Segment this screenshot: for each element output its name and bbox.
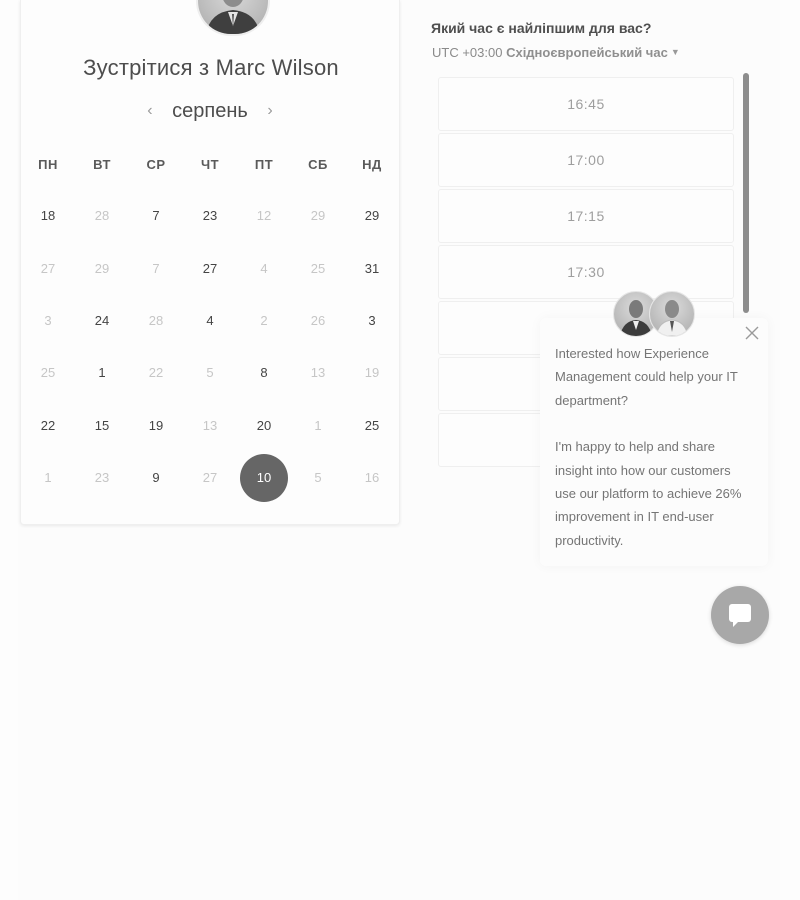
- calendar-day: 28: [148, 313, 164, 328]
- chat-bubble-icon: [729, 604, 751, 627]
- calendar-day: 25: [40, 365, 56, 380]
- close-icon[interactable]: [743, 324, 761, 342]
- chat-agent-avatar: [649, 291, 695, 337]
- calendar-day[interactable]: 29: [348, 192, 396, 240]
- weekday-label: СР: [146, 157, 166, 172]
- calendar-day: 12: [256, 208, 272, 223]
- calendar-day: 19: [364, 365, 380, 380]
- calendar-day[interactable]: 9: [132, 454, 180, 502]
- calendar-day[interactable]: 31: [348, 245, 396, 293]
- month-navigation: ‹ серпень ›: [0, 100, 420, 123]
- calendar-day[interactable]: 1: [78, 349, 126, 397]
- time-slot[interactable]: 16:45: [438, 77, 734, 131]
- calendar-day: 26: [310, 313, 326, 328]
- month-label: серпень: [172, 100, 248, 122]
- calendar-day: 5: [206, 365, 214, 380]
- calendar-day[interactable]: 24: [78, 297, 126, 345]
- caret-down-icon: ▼: [670, 47, 680, 57]
- calendar-day[interactable]: 7: [132, 192, 180, 240]
- chevron-right-icon[interactable]: ›: [253, 102, 286, 120]
- calendar-day: 25: [310, 261, 326, 276]
- chat-agent-avatars: [613, 291, 697, 337]
- calendar-day: 27: [202, 470, 218, 485]
- chat-message: Interested how Experience Management cou…: [555, 342, 755, 575]
- calendar-day[interactable]: 3: [348, 297, 396, 345]
- calendar-day: 13: [310, 365, 326, 380]
- calendar-day: 27: [40, 261, 56, 276]
- calendar-day[interactable]: 25: [348, 402, 396, 450]
- weekday-label: СБ: [308, 157, 328, 172]
- timezone-name: Східноєвропейський час: [506, 45, 668, 60]
- calendar-day[interactable]: 19: [132, 402, 180, 450]
- calendar-day: 7: [152, 261, 160, 276]
- timezone-selector[interactable]: UTC +03:00 Східноєвропейський час ▼: [432, 45, 680, 60]
- calendar-day[interactable]: 20: [240, 402, 288, 450]
- calendar-day[interactable]: 8: [240, 349, 288, 397]
- calendar-day: 16: [364, 470, 380, 485]
- calendar-day[interactable]: 27: [186, 245, 234, 293]
- chat-message-intro: Interested how Experience Management cou…: [555, 346, 738, 408]
- calendar-day[interactable]: 15: [78, 402, 126, 450]
- calendar-day[interactable]: 23: [186, 192, 234, 240]
- calendar-day: 1: [44, 470, 52, 485]
- time-slot[interactable]: 17:00: [438, 133, 734, 187]
- calendar-day: 22: [148, 365, 164, 380]
- meeting-title: Зустрітися з Marc Wilson: [83, 55, 339, 80]
- host-avatar: [196, 0, 270, 36]
- weekday-label: ПТ: [254, 157, 274, 172]
- calendar-day[interactable]: 18: [24, 192, 72, 240]
- calendar-day: 1: [314, 418, 322, 433]
- weekday-label: НД: [362, 157, 382, 172]
- time-slot[interactable]: 17:15: [438, 189, 734, 243]
- calendar-day: 29: [310, 208, 326, 223]
- calendar-day: 4: [260, 261, 268, 276]
- chat-message-body: I'm happy to help and share insight into…: [555, 439, 742, 548]
- calendar-day: 2: [260, 313, 268, 328]
- calendar-day: 13: [202, 418, 218, 433]
- calendar-day[interactable]: 4: [186, 297, 234, 345]
- calendar-day-selected[interactable]: 10: [240, 454, 288, 502]
- chevron-left-icon[interactable]: ‹: [133, 102, 166, 120]
- calendar-day: 28: [94, 208, 110, 223]
- calendar-day: 29: [94, 261, 110, 276]
- calendar-day[interactable]: 22: [24, 402, 72, 450]
- time-question: Який час є найліпшим для вас?: [431, 20, 652, 36]
- timezone-offset: UTC +03:00: [432, 45, 503, 60]
- calendar-day: 5: [314, 470, 322, 485]
- calendar-day: 3: [44, 313, 52, 328]
- weekday-label: ВТ: [93, 157, 111, 172]
- weekday-label: ЧТ: [200, 157, 220, 172]
- calendar-day: 23: [94, 470, 110, 485]
- time-slot-scrollbar[interactable]: [743, 73, 749, 313]
- weekday-label: ПН: [38, 157, 58, 172]
- chat-launcher-button[interactable]: [711, 586, 769, 644]
